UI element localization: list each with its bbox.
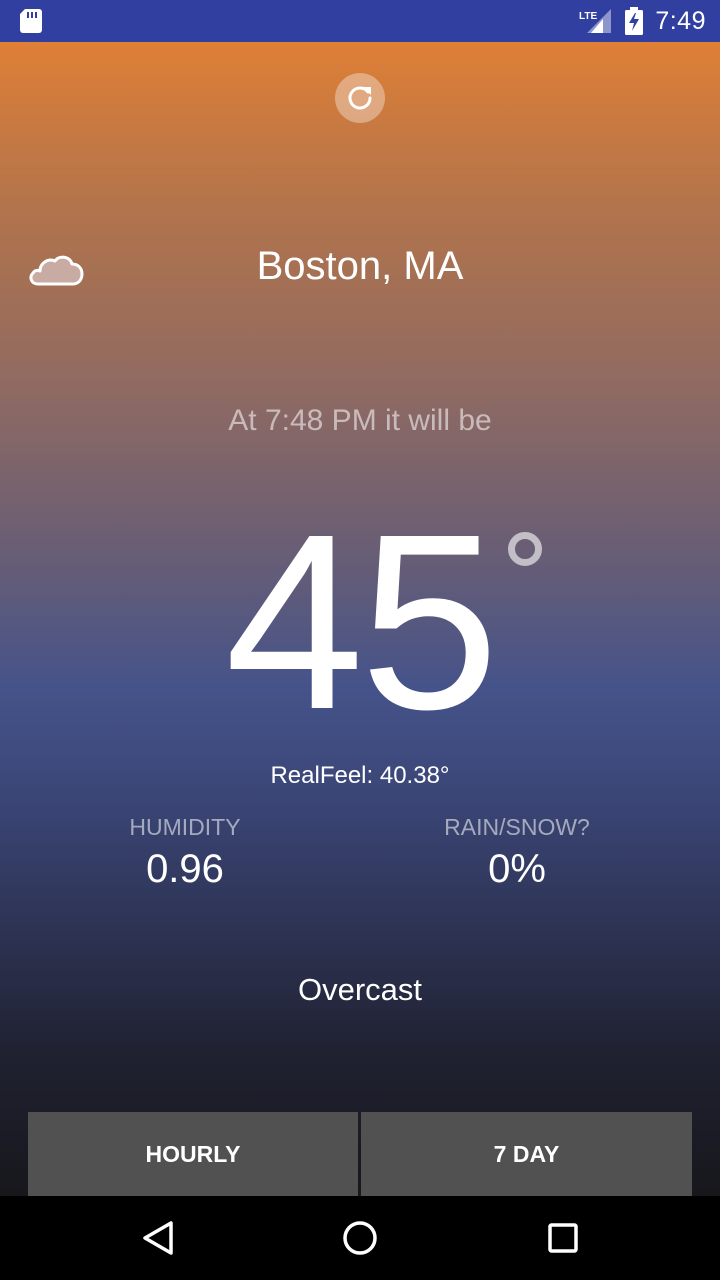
network-label: LTE [579,11,597,22]
status-bar: LTE 7:49 [0,0,720,42]
humidity-label: HUMIDITY [129,814,241,840]
sd-card-icon [20,9,42,33]
condition-label: Overcast [297,972,423,1007]
refresh-icon [348,86,372,110]
weather-screen: Boston, MA At 7:48 PM it will be 45 Real… [0,42,720,1196]
recents-button[interactable] [541,1216,585,1260]
precip-value: 0% [488,847,546,891]
refresh-button[interactable] [335,73,385,123]
lte-signal-icon: LTE [579,9,612,33]
navigation-bar [0,1196,720,1280]
forecast-time-label: At 7:48 PM it will be [228,404,492,437]
seven-day-button[interactable]: 7 DAY [361,1112,692,1196]
precip-label: RAIN/SNOW? [444,814,590,840]
home-icon [343,1221,377,1255]
battery-charging-icon [625,7,644,35]
recents-icon [548,1223,578,1253]
realfeel-label: RealFeel: 40.38° [270,762,450,789]
clock: 7:49 [655,6,706,35]
humidity-stat: HUMIDITY 0.96 [35,814,335,892]
city-name: Boston, MA [256,244,464,288]
humidity-value: 0.96 [146,847,224,891]
temperature: 45 [224,482,499,761]
degree-icon [508,532,542,566]
home-button[interactable] [338,1216,382,1260]
precip-stat: RAIN/SNOW? 0% [367,814,667,892]
back-icon [143,1221,173,1255]
hourly-button[interactable]: HOURLY [28,1112,358,1196]
back-button[interactable] [136,1216,180,1260]
